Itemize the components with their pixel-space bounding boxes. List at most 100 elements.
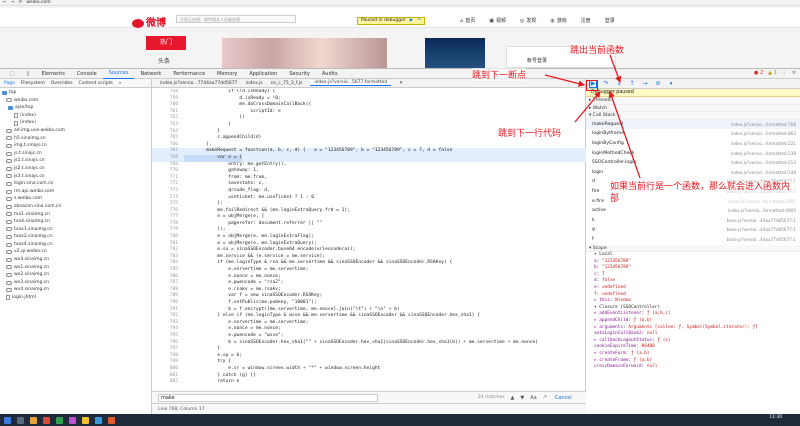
line-number[interactable]: 784 <box>152 260 184 267</box>
tree-item[interactable]: wx3.sinaimg.cn <box>0 279 151 287</box>
line-number[interactable]: 775 <box>152 201 184 208</box>
line-number[interactable]: 779 <box>152 227 184 234</box>
tab-filesystem[interactable]: Filesystem <box>21 81 45 86</box>
line-number[interactable]: 772 <box>152 181 184 188</box>
frame-location[interactable]: index.js?versio...formatted:213 <box>731 158 796 168</box>
line-number[interactable]: 768 <box>152 155 184 162</box>
tree-item[interactable]: img.t.sinajs.cn <box>0 142 151 150</box>
more-icon[interactable]: ⋮ <box>782 70 787 76</box>
app-icon[interactable] <box>30 416 37 424</box>
line-number[interactable]: 798 <box>152 353 184 360</box>
tree-item[interactable]: weibo.com <box>0 97 151 105</box>
tree-item[interactable]: h5.sinaimg.cn <box>0 135 151 143</box>
tree-item[interactable]: (index) <box>0 112 151 120</box>
code-line[interactable]: 800 e.sr = window.screen.width + "*" + w… <box>152 366 586 373</box>
tree-item[interactable]: tvax2.sinaimg.cn <box>0 233 151 241</box>
line-number[interactable]: 782 <box>152 247 184 254</box>
device-icon[interactable]: ▯ <box>21 69 36 79</box>
nav-video[interactable]: ▣ 视频 <box>489 17 506 25</box>
call-frame[interactable]: login index.js?versio...formatted:148 <box>586 168 800 178</box>
code-line[interactable]: 760 me.doCrossDomainCallBack({ <box>152 102 586 109</box>
tree-item[interactable]: js2.t.sinajs.cn <box>0 165 151 173</box>
line-number[interactable]: 797 <box>152 346 184 353</box>
scope-section[interactable]: ▾ Scope <box>586 244 800 253</box>
match-case-toggle[interactable]: Aa <box>530 395 536 401</box>
tree-item[interactable]: v2.qr.weibo.cn <box>0 248 151 256</box>
line-number[interactable]: 761 <box>152 109 184 116</box>
step-out-button[interactable]: ↑ <box>628 80 636 88</box>
line-number[interactable]: 788 <box>152 287 184 294</box>
scope-variable[interactable]: ▸ createForm: ƒ (a,b) <box>586 351 800 358</box>
step-over-button[interactable]: ↷ <box>602 80 610 88</box>
line-number[interactable]: 773 <box>152 188 184 195</box>
app-icon[interactable] <box>108 416 115 424</box>
editor-tab[interactable]: index.js?versio...7744aa77dd5677 <box>160 81 237 86</box>
scope-variable[interactable]: b: "123456789" <box>586 265 800 272</box>
chrome-icon[interactable] <box>82 416 89 424</box>
toutiao-tab[interactable]: 头条 <box>158 56 170 65</box>
scope-variable[interactable]: ▸ this: Window <box>586 298 800 305</box>
feed-image[interactable] <box>222 38 387 68</box>
line-number[interactable]: 767 <box>152 148 184 155</box>
app-icon[interactable] <box>43 416 50 424</box>
line-number[interactable]: 759 <box>152 96 184 103</box>
tab-page[interactable]: Page <box>4 81 15 86</box>
code-line[interactable]: 802 return e <box>152 379 586 386</box>
code-line[interactable]: 770 gateway: 1, <box>152 168 586 175</box>
code-line[interactable]: 772 savestate: c, <box>152 181 586 188</box>
call-frame[interactable]: active index.js?versio...formatted:4995 <box>586 206 800 216</box>
code-line[interactable]: 777 e = objMerge(e, { <box>152 214 586 221</box>
line-number[interactable]: 780 <box>152 234 184 241</box>
line-number[interactable]: 778 <box>152 221 184 228</box>
code-line[interactable]: 797 } <box>152 346 586 353</box>
feed-image-2[interactable] <box>425 38 485 68</box>
tree-item[interactable]: ad.img.uve.weibo.com <box>0 127 151 135</box>
error-count[interactable]: ● 2 <box>754 70 763 76</box>
line-number[interactable]: 785 <box>152 267 184 274</box>
code-line[interactable]: 767 makeRequest = function(a, b, c, d) {… <box>152 148 586 155</box>
call-frame[interactable]: loginByIframe index.js?versio...formatted… <box>586 129 800 139</box>
tree-item[interactable]: js.t.sinajs.cn <box>0 150 151 158</box>
more-tabs-icon[interactable]: » <box>119 81 122 86</box>
tree-item[interactable]: tva1.sinaimg.cn <box>0 211 151 219</box>
call-frame[interactable]: SSOController.login index.js?versio...for… <box>586 158 800 168</box>
frame-location[interactable]: base.js?versio...44aa77dd5677:1 <box>727 235 796 245</box>
frame-location[interactable]: index.js?versio...formatted:148 <box>731 168 796 178</box>
hot-tab[interactable]: 热门 <box>146 36 186 50</box>
forward-icon[interactable]: → <box>11 0 15 5</box>
tab-sources[interactable]: Sources <box>102 68 135 80</box>
line-number[interactable]: 801 <box>152 373 184 380</box>
tree-item[interactable]: tva4.sinaimg.cn <box>0 218 151 226</box>
line-number[interactable]: 796 <box>152 340 184 347</box>
scope-variable[interactable]: cookieExpireTime: 86400 <box>586 344 800 351</box>
editor-tab[interactable]: ns_c_75_3_f.js <box>271 81 303 86</box>
code-line[interactable]: 799 try { <box>152 359 586 366</box>
frame-location[interactable]: base.js?versio...44aa77dd5677:1 <box>727 216 796 226</box>
line-number[interactable]: 770 <box>152 168 184 175</box>
line-number[interactable]: 762 <box>152 115 184 122</box>
tree-item[interactable]: wx4.sinaimg.cn <box>0 256 151 264</box>
pause-on-exceptions-button[interactable]: ⏸ <box>667 80 675 88</box>
line-number[interactable]: 791 <box>152 307 184 314</box>
code-line[interactable]: 780 e = objMerge(e, me.loginExtraFlag); <box>152 234 586 241</box>
tab-network[interactable]: Network <box>134 69 167 79</box>
address-bar[interactable]: weibo.com <box>26 0 50 5</box>
code-line[interactable]: 775 }; <box>152 201 586 208</box>
deactivate-breakpoints-button[interactable]: ⊘ <box>654 80 662 88</box>
line-number[interactable]: 781 <box>152 241 184 248</box>
line-number[interactable]: 777 <box>152 214 184 221</box>
scope-variable[interactable]: c: 7 <box>586 272 800 279</box>
tab-security[interactable]: Security <box>283 69 316 79</box>
call-frame[interactable]: f base.js?versio...44aa77dd5677:1 <box>586 235 800 245</box>
warning-count[interactable]: ▲ 1 <box>768 70 777 76</box>
tree-item[interactable]: s.weibo.com <box>0 195 151 203</box>
tree-item[interactable]: wx4.sinaimg.cn <box>0 286 151 294</box>
prev-match-icon[interactable]: ▲ <box>511 395 515 401</box>
tree-item[interactable]: sbeacon.sina.com.cn <box>0 203 151 211</box>
call-frame[interactable]: k base.js?versio...44aa77dd5677:1 <box>586 216 800 226</box>
regex-toggle[interactable]: .* <box>543 395 547 401</box>
tree-item[interactable]: top <box>0 89 151 97</box>
tree-item[interactable]: js3.t.sinajs.cn <box>0 173 151 181</box>
call-frame[interactable]: loginMethodCheck index.js?versio...format… <box>586 149 800 159</box>
line-number[interactable]: 764 <box>152 129 184 136</box>
